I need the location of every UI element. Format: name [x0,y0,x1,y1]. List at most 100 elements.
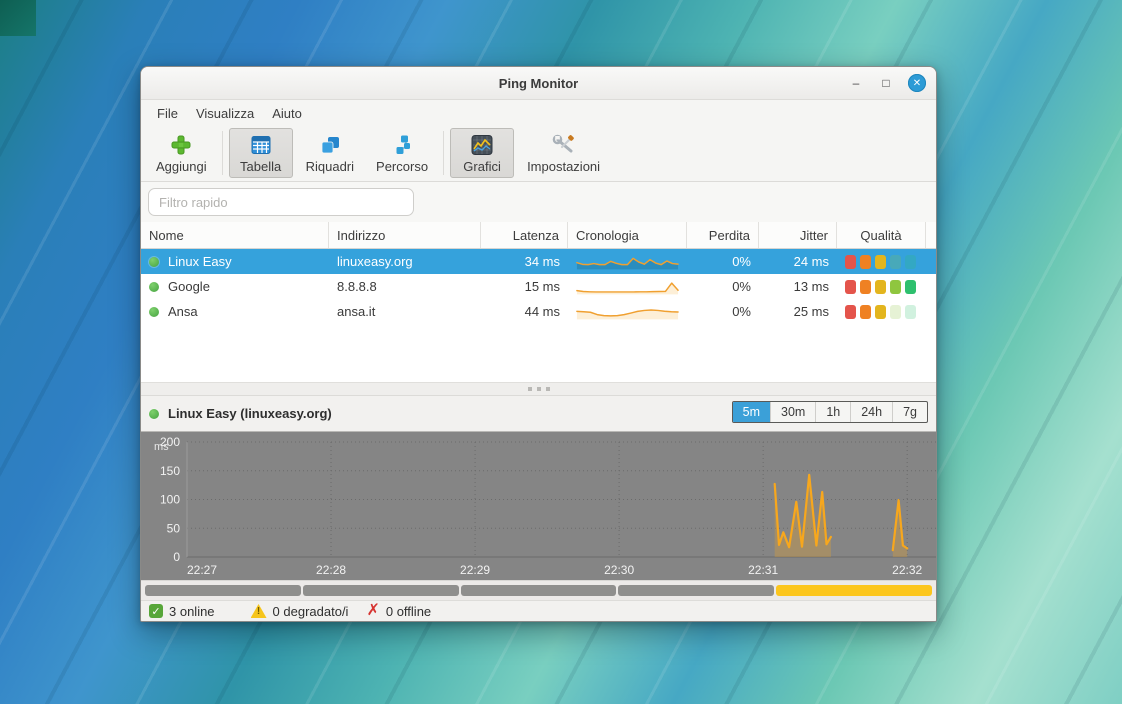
toolbar-button-label: Impostazioni [527,159,600,174]
quality-square-green [905,305,916,319]
latency-sparkline [576,278,679,296]
svg-text:22:29: 22:29 [460,563,490,577]
quality-indicator [845,305,916,319]
menu-file[interactable]: File [149,103,186,124]
quality-square-red [845,255,856,269]
quick-filter-input[interactable] [148,188,414,216]
view-panels-button[interactable]: Riquadri [297,128,363,178]
host-address: ansa.it [329,304,481,319]
host-latency: 15 ms [481,279,568,294]
host-name: Ansa [168,304,198,319]
titlebar[interactable]: Ping Monitor – □ ✕ [141,67,936,100]
plus-icon [170,133,192,157]
host-jitter: 24 ms [759,254,837,269]
column-header-jitter[interactable]: Jitter [759,222,837,248]
quality-square-orange [860,255,871,269]
quality-square-lime [890,255,901,269]
close-button[interactable]: ✕ [908,74,926,92]
view-graphs-button[interactable]: Grafici [450,128,514,178]
range-7g[interactable]: 7g [893,402,927,422]
toolbar-button-label: Tabella [240,159,281,174]
online-status-dot [149,257,159,267]
column-header-latenza[interactable]: Latenza [481,222,568,248]
table-row[interactable]: Ansa ansa.it 44 ms 0% 25 ms [141,299,936,324]
host-loss: 0% [687,279,759,294]
quality-square-lime [890,305,901,319]
view-table-button[interactable]: Tabella [229,128,293,178]
quality-square-green [905,255,916,269]
detail-panel-header: Linux Easy (linuxeasy.org) 5m 30m 1h 24h… [141,396,936,431]
toolbar-separator [222,131,223,175]
quality-square-orange [860,280,871,294]
host-jitter: 13 ms [759,279,837,294]
splitter-grip-dot [528,387,532,391]
splitter-grip-dot [546,387,550,391]
svg-text:50: 50 [167,521,181,535]
hosts-table: Nome Indirizzo Latenza Cronologia Perdit… [141,222,936,382]
online-status-dot [149,307,159,317]
settings-button[interactable]: Impostazioni [518,128,609,178]
menubar: File Visualizza Aiuto [141,100,936,126]
maximize-button[interactable]: □ [878,75,894,91]
column-header-qualita[interactable]: Qualità [837,222,926,248]
timeline-segment-yellow[interactable] [776,585,932,596]
timeline-segment-gray[interactable] [303,585,459,596]
view-route-button[interactable]: Percorso [367,128,437,178]
filter-row [141,182,936,222]
add-host-button[interactable]: Aggiungi [147,128,216,178]
offline-count: 0 offline [386,604,431,619]
host-loss: 0% [687,254,759,269]
minimize-button[interactable]: – [848,75,864,91]
ping-monitor-window: Ping Monitor – □ ✕ File Visualizza Aiuto… [140,66,937,622]
table-icon [250,133,272,157]
toolbar-button-label: Grafici [463,159,501,174]
svg-text:22:31: 22:31 [748,563,778,577]
range-1h[interactable]: 1h [816,402,851,422]
window-title: Ping Monitor [141,76,936,91]
host-address: 8.8.8.8 [329,279,481,294]
table-row[interactable]: Linux Easy linuxeasy.org 34 ms 0% 24 ms [141,249,936,274]
quality-indicator [845,280,916,294]
latency-chart: 050100150200ms22:2722:2822:2922:3022:312… [141,431,936,580]
timeline-scrollbar [141,580,936,600]
graph-icon [471,133,493,157]
svg-text:100: 100 [160,493,180,507]
host-loss: 0% [687,304,759,319]
host-jitter: 25 ms [759,304,837,319]
table-header: Nome Indirizzo Latenza Cronologia Perdit… [141,222,936,249]
splitter-grip-dot [537,387,541,391]
column-header-nome[interactable]: Nome [141,222,329,248]
detail-host-title: Linux Easy (linuxeasy.org) [168,406,332,421]
quality-indicator [845,255,916,269]
timeline-segment-gray[interactable] [461,585,617,596]
range-24h[interactable]: 24h [851,402,893,422]
column-header-cronologia[interactable]: Cronologia [568,222,687,248]
tools-icon [552,133,576,157]
statusbar: ✓ 3 online ! 0 degradato/i ✗ 0 offline [141,600,936,621]
splitter-handle[interactable] [141,382,936,396]
online-status-dot [149,409,159,419]
degraded-warning-icon: ! [251,604,267,618]
quality-square-red [845,305,856,319]
timeline-segment-gray[interactable] [145,585,301,596]
timeline-segment-gray[interactable] [618,585,774,596]
range-30m[interactable]: 30m [771,402,816,422]
quality-square-lime [890,280,901,294]
panels-icon [319,133,341,157]
menu-visualizza[interactable]: Visualizza [188,103,262,124]
quality-square-orange [860,305,871,319]
toolbar-button-label: Aggiungi [156,159,207,174]
quality-square-amber [875,280,886,294]
column-header-indirizzo[interactable]: Indirizzo [329,222,481,248]
column-header-perdita[interactable]: Perdita [687,222,759,248]
range-5m[interactable]: 5m [733,402,771,422]
toolbar: Aggiungi Tabella [141,126,936,182]
svg-text:150: 150 [160,464,180,478]
host-latency: 44 ms [481,304,568,319]
quality-square-green [905,280,916,294]
degraded-count: 0 degradato/i [273,604,349,619]
desktop-corner-patch [0,0,36,36]
table-row[interactable]: Google 8.8.8.8 15 ms 0% 13 ms [141,274,936,299]
menu-aiuto[interactable]: Aiuto [264,103,310,124]
online-check-icon: ✓ [149,604,163,618]
